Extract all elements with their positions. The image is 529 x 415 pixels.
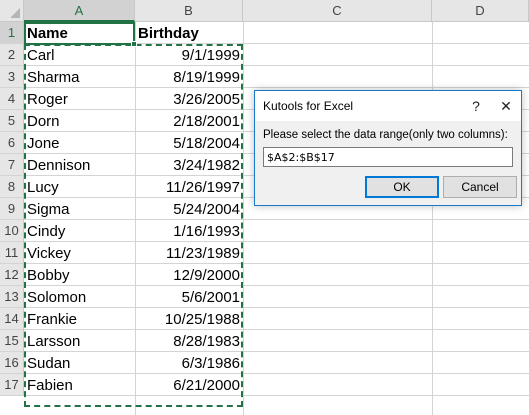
- row-header-12[interactable]: 12: [0, 264, 24, 286]
- row-header-13[interactable]: 13: [0, 286, 24, 308]
- row-header-8[interactable]: 8: [0, 176, 24, 198]
- row-header-2[interactable]: 2: [0, 44, 24, 66]
- header-cell-birthday[interactable]: Birthday: [135, 22, 243, 44]
- row-header-5[interactable]: 5: [0, 110, 24, 132]
- row-header-11[interactable]: 11: [0, 242, 24, 264]
- select-all-triangle-icon: [10, 8, 20, 18]
- dialog-titlebar[interactable]: Kutools for Excel ? ✕: [255, 91, 521, 121]
- dialog-title: Kutools for Excel: [263, 99, 354, 113]
- row-header-7[interactable]: 7: [0, 154, 24, 176]
- ok-button[interactable]: OK: [365, 176, 439, 198]
- row-header-1[interactable]: 1: [0, 22, 24, 44]
- row-header-3[interactable]: 3: [0, 66, 24, 88]
- kutools-dialog: Kutools for Excel ? ✕ Please select the …: [254, 90, 522, 206]
- cancel-button[interactable]: Cancel: [443, 176, 517, 198]
- row-header-14[interactable]: 14: [0, 308, 24, 330]
- row-header-10[interactable]: 10: [0, 220, 24, 242]
- fill-handle[interactable]: [131, 41, 137, 47]
- header-cell-name[interactable]: Name: [24, 22, 135, 44]
- row-header-17[interactable]: 17: [0, 374, 24, 396]
- range-prompt-label: Please select the data range(only two co…: [263, 129, 508, 141]
- help-icon[interactable]: ?: [461, 91, 491, 121]
- row-header-9[interactable]: 9: [0, 198, 24, 220]
- column-header-b[interactable]: B: [135, 0, 243, 22]
- column-header-a[interactable]: A: [24, 0, 135, 22]
- selection-area: [24, 44, 243, 407]
- row-header-15[interactable]: 15: [0, 330, 24, 352]
- row-header-6[interactable]: 6: [0, 132, 24, 154]
- row-header-4[interactable]: 4: [0, 88, 24, 110]
- range-input[interactable]: [263, 147, 513, 167]
- close-icon[interactable]: ✕: [491, 91, 521, 121]
- column-header-d[interactable]: D: [432, 0, 529, 22]
- row-header-16[interactable]: 16: [0, 352, 24, 374]
- select-all-corner[interactable]: [0, 0, 24, 22]
- column-header-c[interactable]: C: [243, 0, 432, 22]
